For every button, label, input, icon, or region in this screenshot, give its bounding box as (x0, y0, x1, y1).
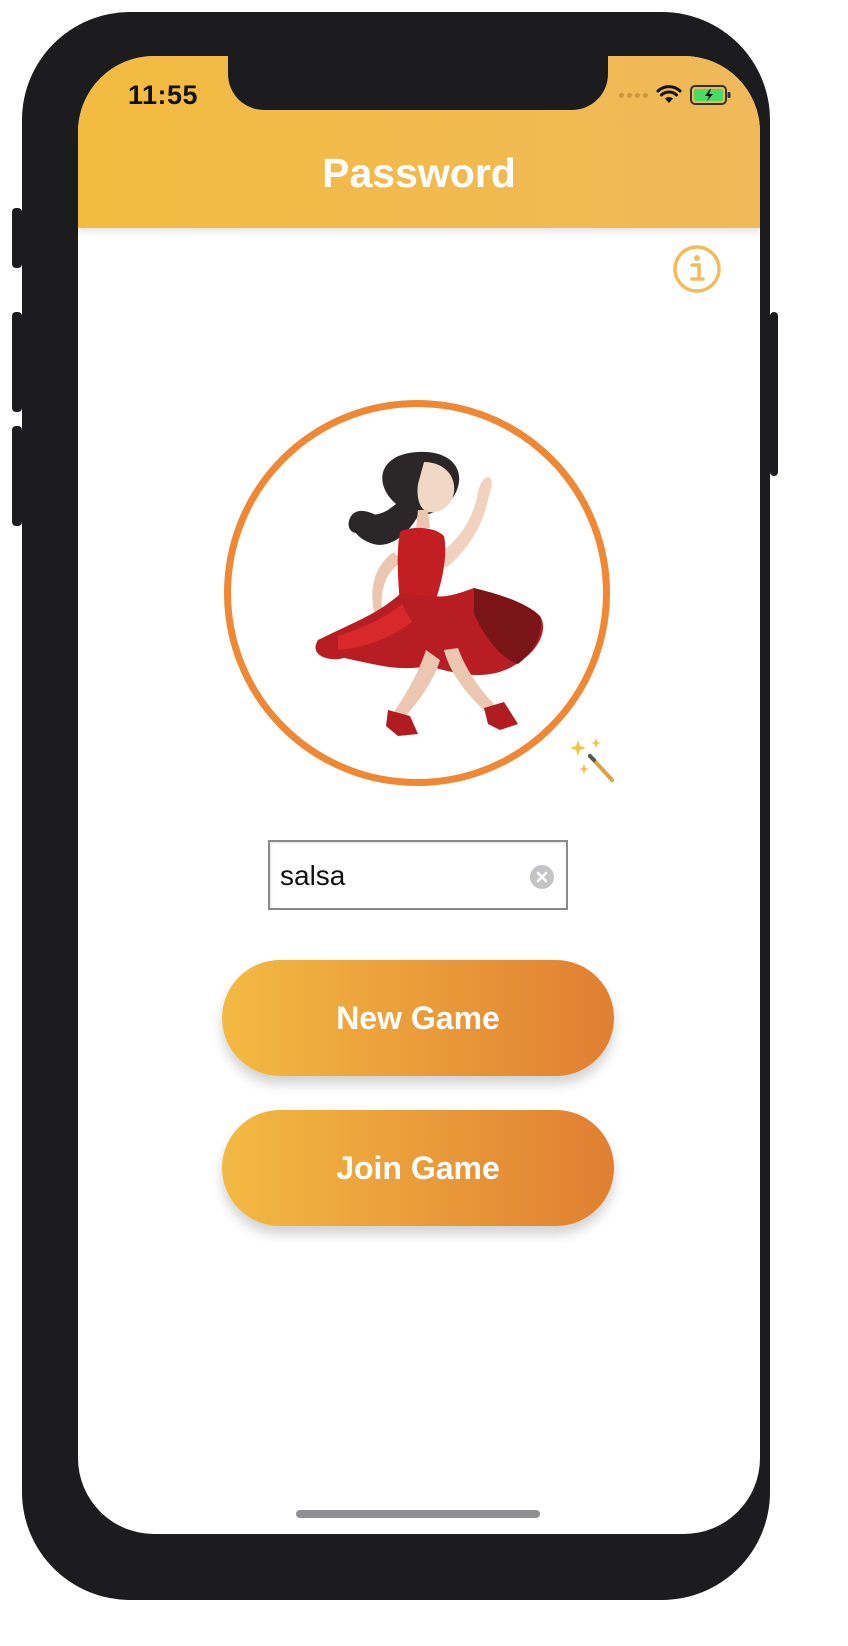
battery-icon (690, 85, 731, 105)
volume-up-button (12, 312, 22, 412)
power-button (770, 312, 778, 476)
home-indicator[interactable] (296, 1510, 540, 1518)
magic-wand-icon[interactable] (568, 736, 616, 784)
dancer-emoji-icon (315, 451, 544, 736)
mute-switch (12, 208, 22, 268)
password-input[interactable] (280, 852, 520, 900)
status-indicators (619, 84, 732, 106)
new-game-button[interactable]: New Game (222, 960, 614, 1076)
wifi-icon (656, 85, 682, 103)
info-circle-icon (673, 245, 721, 293)
clear-circle-icon (536, 871, 548, 883)
phone-frame: 11:55 Password salsa New Game Join Game (12, 12, 778, 1600)
status-time: 11:55 (128, 80, 199, 110)
cellular-signal-icon (619, 92, 648, 98)
app-screen: 11:55 Password salsa New Game Join Game (78, 56, 760, 1534)
device-notch (228, 56, 608, 110)
navigation-bar: 11:55 Password (78, 56, 760, 228)
page-title: Password (322, 150, 516, 196)
clear-text-button[interactable] (530, 865, 554, 889)
join-game-button[interactable]: Join Game (222, 1110, 614, 1226)
info-button[interactable] (672, 244, 722, 294)
volume-down-button (12, 426, 22, 526)
password-field[interactable] (268, 840, 568, 910)
